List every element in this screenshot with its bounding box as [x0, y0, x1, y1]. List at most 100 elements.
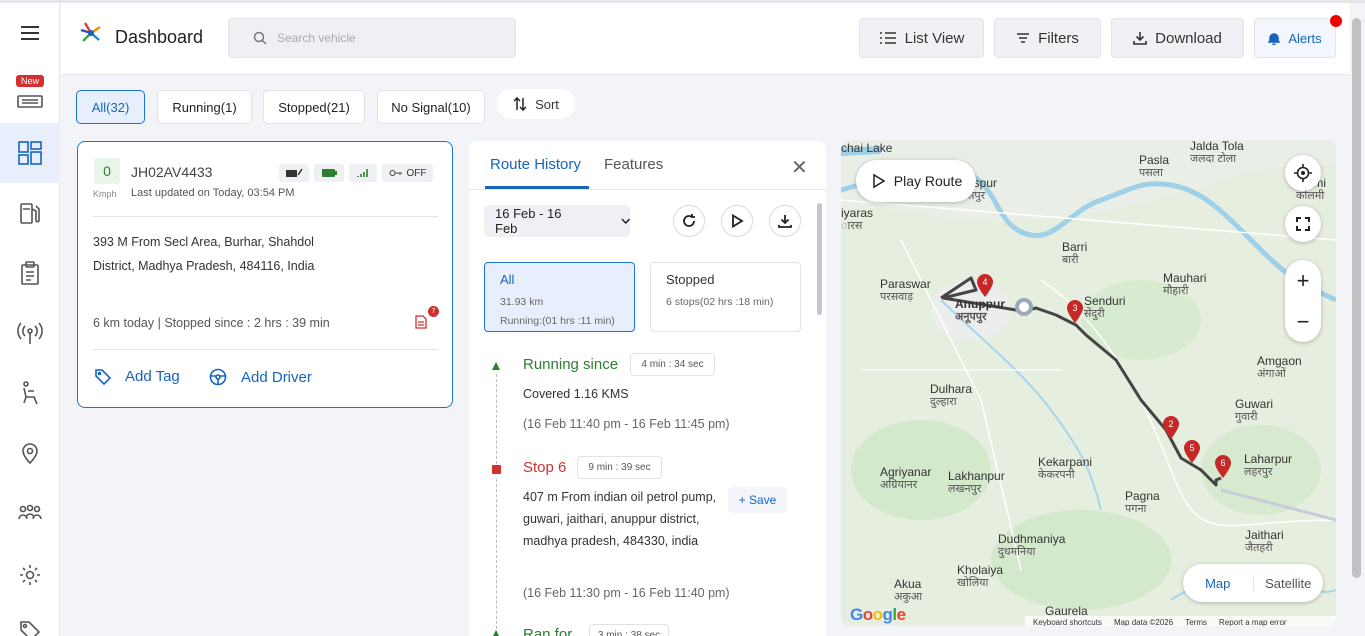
settings-icon[interactable]	[0, 555, 60, 595]
map-place-label: Barri बारी	[1062, 240, 1088, 267]
close-icon[interactable]: ✕	[791, 155, 808, 180]
card-divider	[93, 349, 438, 350]
svg-text:3: 3	[1072, 303, 1077, 313]
event-detail: 407 m From indian oil petrol pump, guwar…	[523, 490, 717, 548]
steering-wheel-icon	[209, 368, 227, 386]
vehicle-card[interactable]: 0 Kmph JH02AV4433 Last updated on Today,…	[77, 141, 453, 408]
map-place-label: Laharpur लहरपुर	[1244, 452, 1293, 479]
map-place-label: Akua अकुआ	[894, 577, 923, 604]
stop-pin[interactable]: 6	[1214, 455, 1232, 479]
map-place-label: Kholaiya खोलिया	[957, 563, 1004, 590]
list-view-label: List View	[904, 29, 965, 47]
alerts-button[interactable]: Alerts	[1254, 15, 1342, 58]
vehicle-address: 393 M From Secl Area, Burhar, Shahdol Di…	[93, 235, 315, 273]
stop-pin[interactable]: 4	[976, 274, 994, 298]
driver-seat-icon[interactable]	[0, 373, 60, 413]
zoom-out-button[interactable]: −	[1285, 301, 1321, 342]
svg-text:5: 5	[1189, 443, 1194, 453]
page-scrollbar[interactable]	[1352, 18, 1361, 578]
download-route-button[interactable]	[769, 205, 801, 237]
map-place-label: chai Lake	[841, 141, 893, 155]
map-place-label: Agriyanar अग्रियानर	[880, 465, 932, 492]
filters-button[interactable]: Filters	[994, 18, 1101, 58]
download-label: Download	[1155, 29, 1222, 47]
battery-icon	[314, 164, 344, 182]
filter-stopped[interactable]: Stopped(21)	[263, 90, 365, 124]
tab-features[interactable]: Features	[604, 156, 663, 173]
dashboard-icon[interactable]	[0, 123, 60, 183]
fullscreen-button[interactable]	[1285, 206, 1321, 242]
list-icon	[879, 32, 896, 44]
refresh-button[interactable]	[673, 205, 705, 237]
map-place-label: Pasla पसला	[1139, 153, 1170, 180]
card-divider	[93, 216, 438, 217]
map-attribution: Keyboard shortcuts Map data ©2026 Terms …	[1025, 616, 1336, 626]
sort-label: Sort	[535, 96, 559, 112]
search-box[interactable]	[228, 18, 516, 58]
ignition-label: OFF	[406, 167, 427, 179]
map-view[interactable]: Jalda Tola जलदा टोला Pasla पसला Barri बारी …	[841, 140, 1336, 626]
zoom-in-button[interactable]: +	[1285, 260, 1321, 301]
refresh-icon	[683, 214, 695, 227]
filter-no-signal[interactable]: No Signal(10)	[377, 90, 485, 124]
timeline-connector	[496, 374, 497, 464]
my-location-button[interactable]	[1285, 155, 1321, 191]
date-range-select[interactable]: 16 Feb - 16 Feb	[484, 205, 630, 237]
filter-running[interactable]: Running(1)	[157, 90, 252, 124]
play-route-button[interactable]: Play Route	[856, 160, 976, 202]
stop-pin[interactable]: 5	[1183, 440, 1201, 464]
map-type-map[interactable]: Map	[1183, 576, 1253, 591]
fuel-icon[interactable]	[0, 193, 60, 233]
report-error-link[interactable]: Report a map error	[1219, 618, 1287, 627]
panel-scrollbar[interactable]	[817, 203, 822, 315]
map-place-label: Dudhmaniya दुधमनिया	[998, 532, 1066, 559]
document-count-badge: 7	[428, 306, 439, 317]
document-icon[interactable]	[415, 315, 427, 329]
stop-pin[interactable]: 3	[1066, 300, 1084, 324]
map-place-label: iyarasारस	[841, 206, 874, 233]
event-detail: Covered 1.16 KMS	[523, 387, 629, 401]
rfid-icon[interactable]	[0, 81, 60, 121]
crosshair-icon	[1294, 164, 1312, 182]
stop-pin[interactable]: 2	[1162, 416, 1180, 440]
timeline-connector	[496, 479, 497, 636]
tag-icon	[95, 368, 111, 385]
svg-text:2: 2	[1168, 419, 1173, 429]
map-place-label: Lakhanpur लखनपुर	[948, 469, 1005, 496]
signal-icon[interactable]	[0, 313, 60, 353]
svg-text:6: 6	[1220, 458, 1225, 468]
route-history-panel: Route History Features ✕ 16 Feb - 16 Feb…	[469, 141, 826, 636]
download-icon	[1133, 32, 1147, 45]
location-icon[interactable]	[0, 433, 60, 473]
tab-route-history[interactable]: Route History	[490, 156, 581, 173]
sidebar: New	[0, 3, 60, 636]
zoom-controls: + −	[1285, 260, 1321, 342]
clipboard-icon[interactable]	[0, 253, 60, 293]
keyboard-shortcuts-link[interactable]: Keyboard shortcuts	[1033, 618, 1102, 627]
download-button[interactable]: Download	[1111, 18, 1244, 58]
map-place-label: Anuppur अनूपपुर	[955, 297, 1005, 324]
summary-stopped[interactable]: Stopped 6 stops(02 hrs :18 min)	[650, 262, 801, 332]
add-driver-button[interactable]: Add Driver	[209, 368, 312, 386]
sort-button[interactable]: Sort	[497, 89, 575, 119]
map-place-label: Dulhara दुल्हारा	[930, 382, 973, 409]
map-type-satellite[interactable]: Satellite	[1252, 575, 1324, 591]
tag-icon[interactable]	[0, 611, 60, 636]
map-place-label: Paraswar परसवाड़	[880, 277, 931, 304]
key-icon	[389, 170, 402, 176]
list-view-button[interactable]: List View	[859, 18, 984, 58]
filter-all[interactable]: All(32)	[76, 90, 145, 124]
save-location-button[interactable]: + Save	[728, 487, 787, 513]
terms-link[interactable]: Terms	[1185, 618, 1207, 627]
stop-marker-icon	[492, 465, 501, 474]
add-tag-button[interactable]: Add Tag	[95, 368, 180, 385]
running-arrow-icon	[492, 362, 500, 370]
search-input[interactable]	[277, 31, 497, 45]
play-button[interactable]	[721, 205, 753, 237]
chevron-down-icon	[620, 218, 630, 224]
summary-all[interactable]: All 31.93 km Running:(01 hrs :11 min)	[484, 262, 635, 332]
users-icon[interactable]	[0, 493, 60, 533]
menu-icon[interactable]	[0, 13, 60, 53]
add-tag-label: Add Tag	[125, 368, 180, 385]
event-time: (16 Feb 11:40 pm - 16 Feb 11:45 pm)	[523, 417, 730, 431]
